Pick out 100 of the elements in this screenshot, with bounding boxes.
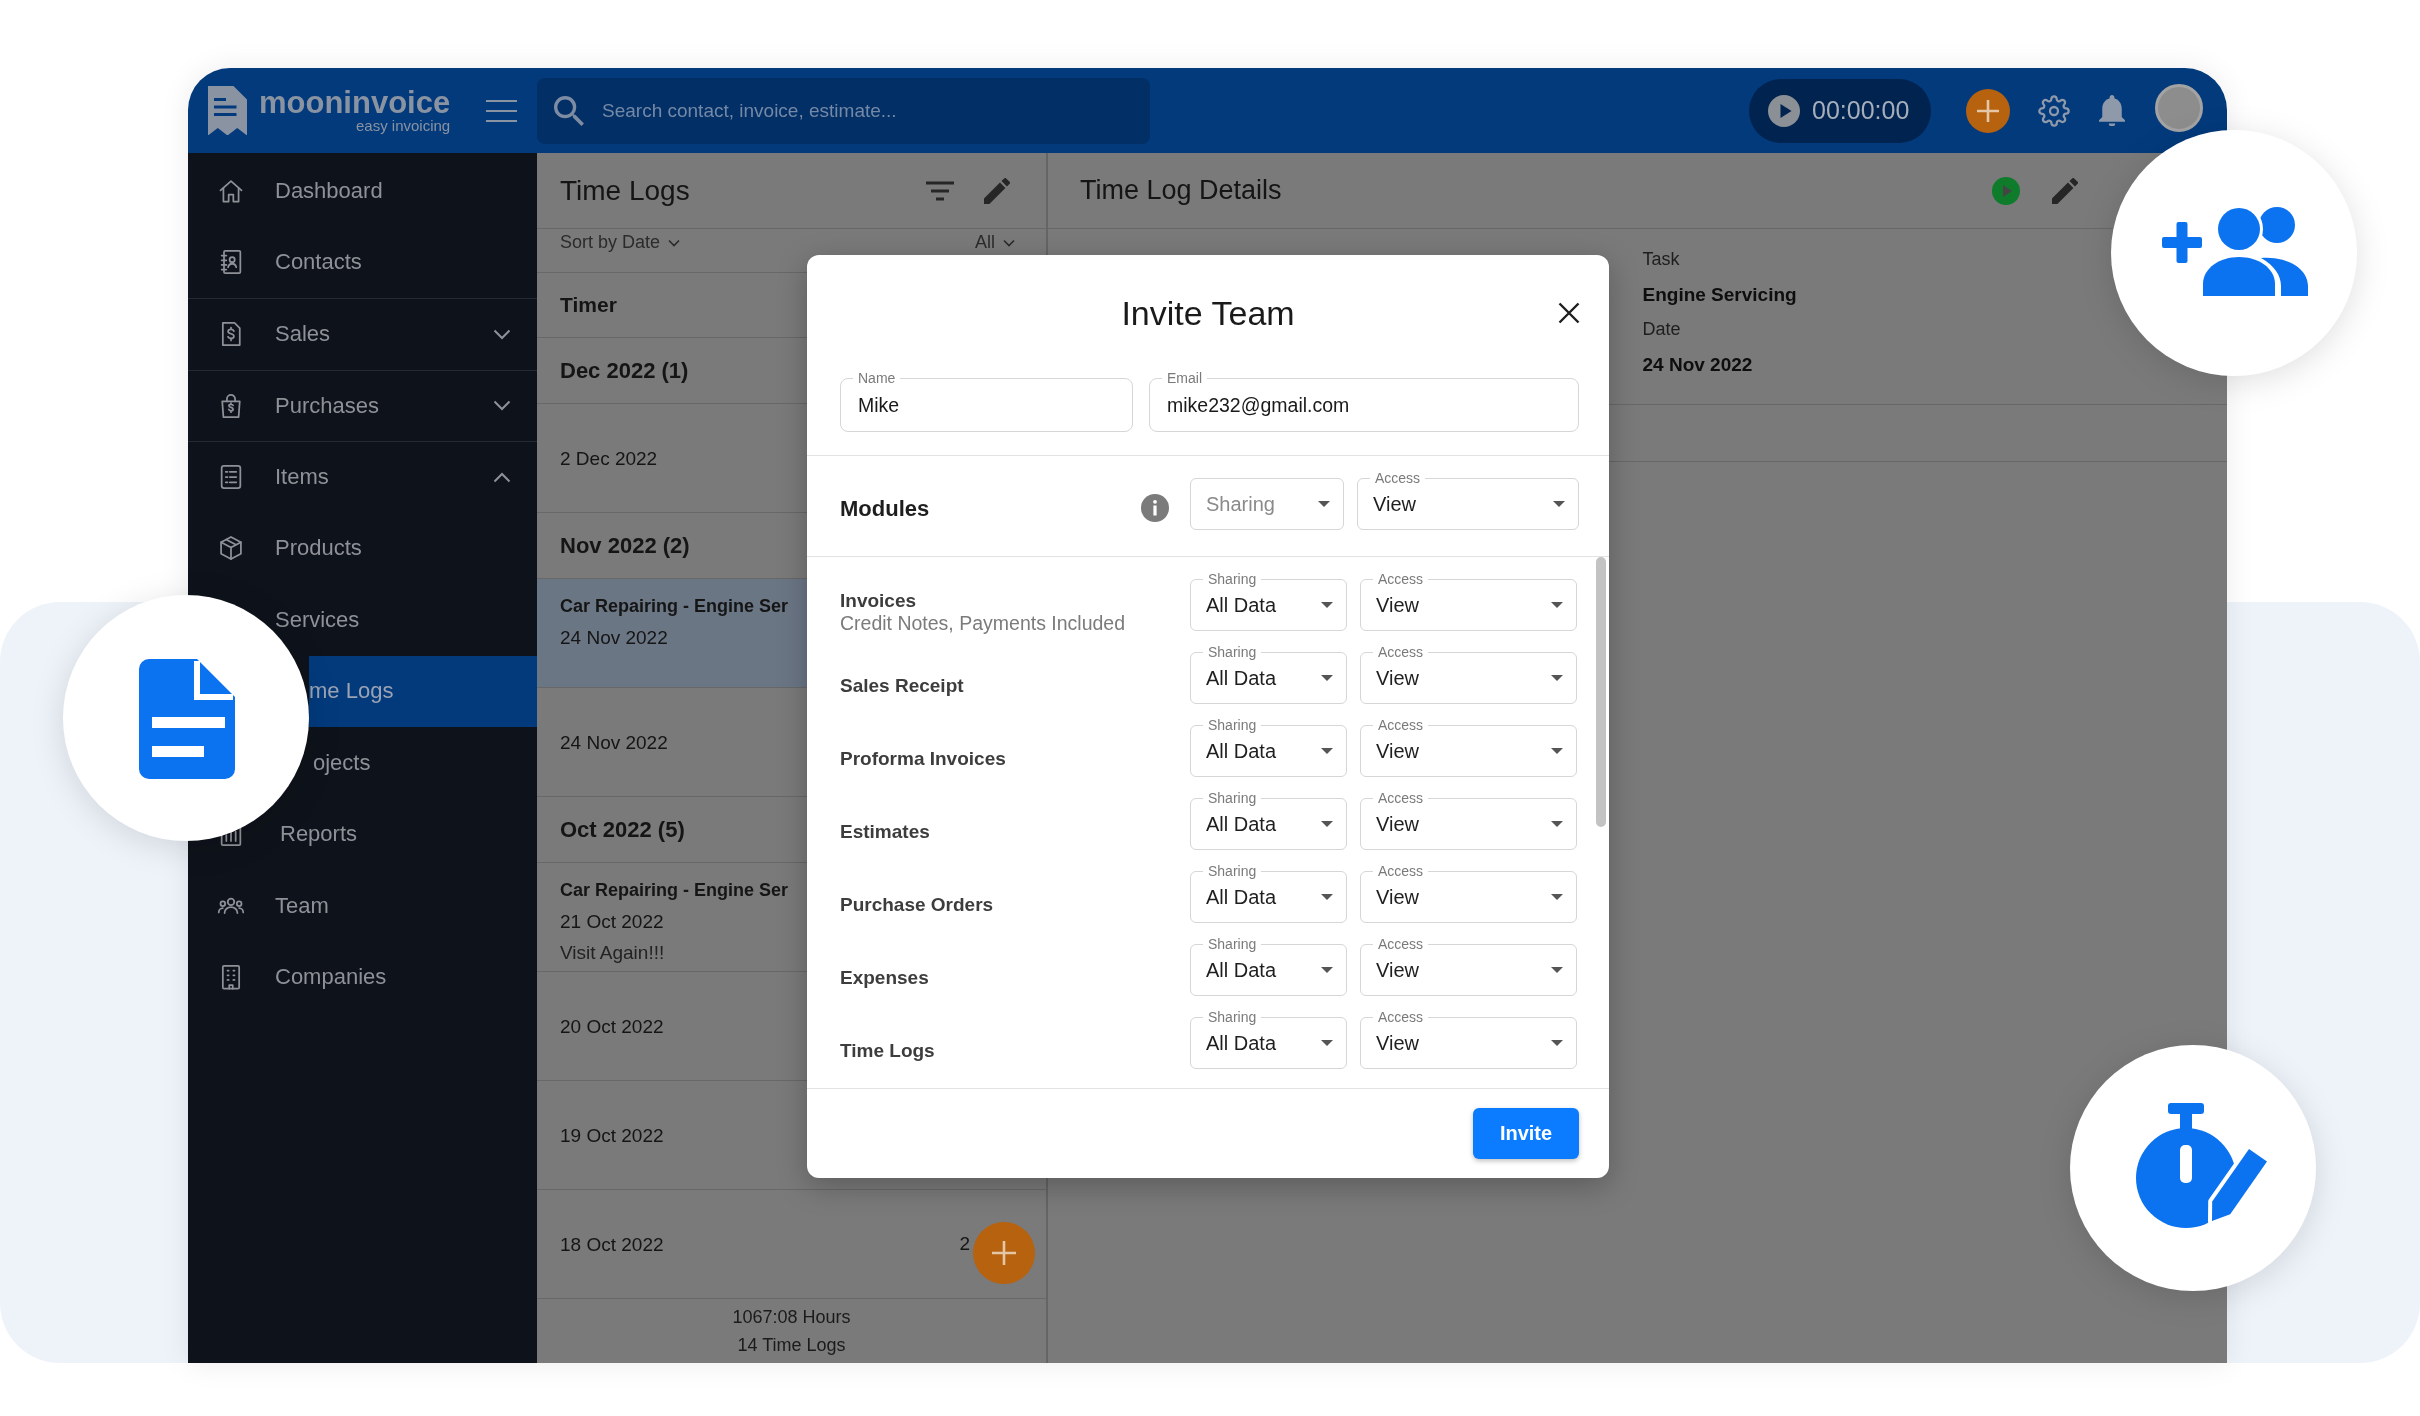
entry-title: Car Repairing - Engine Ser xyxy=(560,595,789,618)
filter-icon[interactable] xyxy=(926,180,954,201)
sidebar-item[interactable]: Services xyxy=(272,584,537,656)
plus-icon[interactable] xyxy=(1966,88,2010,133)
caret-icon xyxy=(1321,1040,1333,1046)
receipt-logo-icon xyxy=(208,85,247,136)
access-select[interactable]: Access View xyxy=(1360,937,1577,996)
logo-text: mooninvoice xyxy=(259,87,451,118)
field-label: Task xyxy=(1642,248,1681,271)
close-icon[interactable] xyxy=(1558,302,1580,324)
caret-icon xyxy=(1551,748,1563,754)
field-value: 24 Nov 2022 xyxy=(1642,353,1754,377)
avatar-placeholder[interactable] xyxy=(2155,84,2203,132)
caret-icon xyxy=(1551,675,1563,681)
sidebar-item[interactable]: Team xyxy=(188,870,537,942)
sidebar-item[interactable]: Dashboard xyxy=(188,155,537,227)
month-heading: Nov 2022 (2) xyxy=(560,532,690,559)
caret-icon xyxy=(1551,1040,1563,1046)
menu-icon[interactable] xyxy=(486,98,517,123)
input-field[interactable]: Email mike232@gmail.com xyxy=(1149,371,1579,432)
stopwatch-pencil-icon xyxy=(2070,1045,2316,1291)
info-icon[interactable] xyxy=(1141,494,1169,522)
module-name: Invoices xyxy=(840,589,918,612)
access-select[interactable]: Access View xyxy=(1360,572,1577,631)
chevron-icon[interactable] xyxy=(493,400,511,412)
pencil-icon[interactable] xyxy=(2052,177,2078,204)
entry-note: Visit Again!!! xyxy=(560,941,666,965)
access-select[interactable]: Access View xyxy=(1360,864,1577,923)
entry-date: 21 Oct 2022 xyxy=(560,910,665,934)
caret-icon xyxy=(1321,602,1333,608)
access-select[interactable]: Access View xyxy=(1360,1010,1577,1069)
chevron-icon[interactable] xyxy=(493,471,511,483)
timer-heading: Timer xyxy=(560,293,617,317)
entry-date: 19 Oct 2022 xyxy=(560,1123,664,1148)
month-heading: Oct 2022 (5) xyxy=(560,816,685,843)
caret-icon xyxy=(1321,748,1333,754)
sort-dropdown[interactable]: Sort by Date xyxy=(560,233,681,252)
sharing-select[interactable]: Sharing xyxy=(1190,478,1344,530)
module-name: Proforma Invoices xyxy=(840,746,1007,770)
chevron-icon[interactable] xyxy=(493,328,511,340)
caret-icon xyxy=(1551,894,1563,900)
sharing-select[interactable]: Sharing All Data xyxy=(1190,937,1347,996)
play-icon[interactable] xyxy=(1992,176,2020,205)
sidebar-item[interactable]: Products xyxy=(188,512,537,584)
access-select[interactable]: Access View xyxy=(1360,718,1577,777)
sidebar-item[interactable]: ojects xyxy=(309,727,537,799)
entry-date: 24 Nov 2022 xyxy=(560,730,668,755)
logo-tagline: easy invoicing xyxy=(356,118,451,134)
filter-dropdown[interactable]: All xyxy=(975,233,1015,252)
sidebar-item[interactable]: Purchases xyxy=(188,370,537,441)
module-name: Purchase Orders xyxy=(840,892,995,916)
invite-button[interactable]: Invite xyxy=(1473,1108,1579,1159)
sharing-select[interactable]: Sharing All Data xyxy=(1190,791,1347,850)
sharing-select[interactable]: Sharing All Data xyxy=(1190,864,1347,923)
month-heading: Dec 2022 (1) xyxy=(560,357,689,384)
sidebar-item[interactable]: Items xyxy=(188,442,537,513)
entry-date: 24 Nov 2022 xyxy=(560,626,669,650)
sidebar-item[interactable]: Sales xyxy=(188,299,537,370)
caret-icon xyxy=(1321,894,1333,900)
caret-icon xyxy=(1551,967,1563,973)
chevron-icon xyxy=(668,238,681,247)
entry-duration: 2 xyxy=(959,1233,970,1255)
sharing-select[interactable]: Sharing All Data xyxy=(1190,1010,1347,1069)
dialog-title: Invite Team xyxy=(1121,293,1295,333)
pencil-icon[interactable] xyxy=(984,177,1010,204)
sidebar-item[interactable]: me Logs xyxy=(309,655,537,727)
entry-title: Car Repairing - Engine Ser xyxy=(560,879,789,902)
panel-title: Time Log Details xyxy=(1080,175,1282,206)
module-name: Time Logs xyxy=(840,1038,936,1062)
total-hours: 1067:08 Hours xyxy=(732,1306,851,1329)
field-label: Date xyxy=(1642,318,1682,341)
module-name: Estimates xyxy=(840,819,931,843)
scrollbar-thumb[interactable] xyxy=(1596,557,1606,827)
search-icon xyxy=(554,95,584,126)
sidebar-item[interactable]: Reports xyxy=(278,798,537,870)
sharing-select[interactable]: Sharing All Data xyxy=(1190,572,1347,631)
panel-title: Time Logs xyxy=(560,174,690,207)
caret-icon xyxy=(1318,501,1330,507)
field-value: Engine Servicing xyxy=(1642,283,1798,307)
search-field[interactable]: Search contact, invoice, estimate... xyxy=(537,77,1150,144)
caret-icon xyxy=(1551,821,1563,827)
access-select[interactable]: Access View xyxy=(1357,471,1579,530)
access-select[interactable]: Access View xyxy=(1360,791,1577,850)
caret-icon xyxy=(1551,602,1563,608)
timer-button[interactable]: 00:00:00 xyxy=(1749,78,1931,143)
sharing-select[interactable]: Sharing All Data xyxy=(1190,718,1347,777)
caret-icon xyxy=(1321,967,1333,973)
entry-count: 14 Time Logs xyxy=(737,1334,846,1357)
chevron-icon xyxy=(1003,238,1015,247)
entry-date: 20 Oct 2022 xyxy=(560,1014,664,1039)
bell-icon[interactable] xyxy=(2099,94,2125,127)
entry-date: 2 Dec 2022 xyxy=(560,446,658,471)
caret-icon xyxy=(1321,821,1333,827)
sidebar-item[interactable]: Contacts xyxy=(188,226,537,298)
sidebar-item[interactable]: Companies xyxy=(188,941,537,1013)
settings-icon[interactable] xyxy=(2038,94,2070,127)
play-icon xyxy=(1768,94,1800,127)
sharing-select[interactable]: Sharing All Data xyxy=(1190,645,1347,704)
access-select[interactable]: Access View xyxy=(1360,645,1577,704)
entry-date: 18 Oct 2022 xyxy=(560,1232,664,1257)
